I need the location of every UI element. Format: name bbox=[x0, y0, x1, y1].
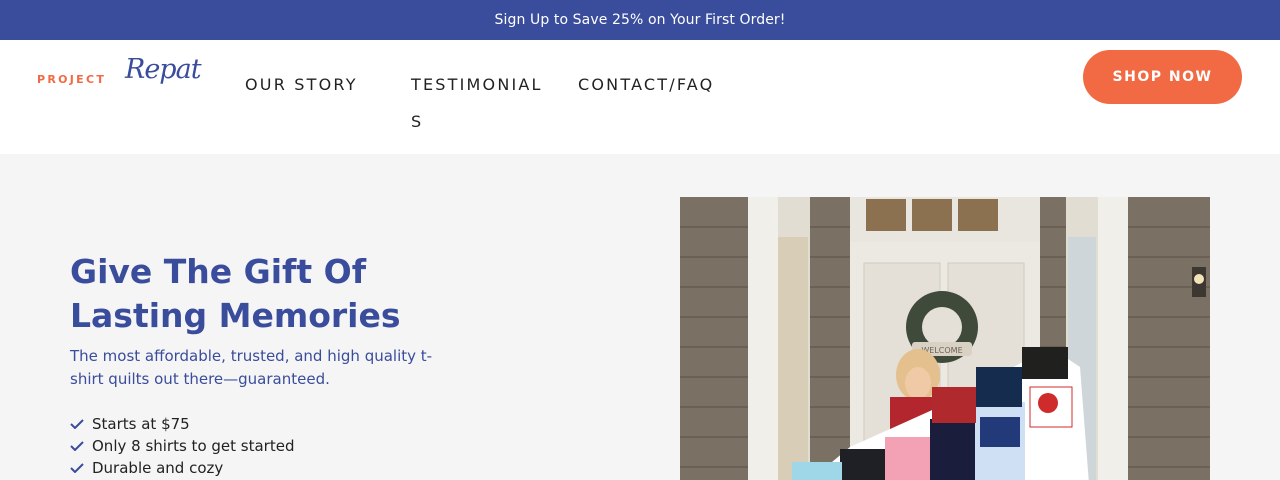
check-icon bbox=[70, 457, 92, 479]
brand-logo[interactable]: PROJECT Repat bbox=[37, 54, 202, 100]
logo-word-repat: Repat bbox=[125, 54, 202, 85]
shop-now-button[interactable]: SHOP NOW bbox=[1083, 50, 1242, 104]
check-icon bbox=[70, 435, 92, 457]
check-icon bbox=[70, 413, 92, 435]
feature-item: Starts at $75 bbox=[70, 413, 294, 435]
nav-contact-faq[interactable]: CONTACT/FAQ bbox=[578, 66, 714, 103]
site-header: PROJECT Repat OUR STORY TESTIMONIALS CON… bbox=[0, 40, 1280, 154]
nav-testimonials[interactable]: TESTIMONIALS bbox=[411, 66, 551, 140]
hero-section: Give The Gift Of Lasting Memories The mo… bbox=[0, 154, 1280, 480]
feature-item: Durable and cozy bbox=[70, 457, 294, 479]
nav-our-story[interactable]: OUR STORY bbox=[245, 66, 358, 103]
feature-label: Starts at $75 bbox=[92, 415, 190, 433]
hero-photo: WELCOME bbox=[680, 197, 1210, 480]
logo-word-project: PROJECT bbox=[37, 73, 107, 86]
hero-title: Give The Gift Of Lasting Memories bbox=[70, 252, 401, 335]
feature-label: Only 8 shirts to get started bbox=[92, 437, 295, 455]
feature-item: Only 8 shirts to get started bbox=[70, 435, 294, 457]
feature-list: Starts at $75 Only 8 shirts to get start… bbox=[70, 413, 294, 479]
promo-banner: Sign Up to Save 25% on Your First Order! bbox=[0, 0, 1280, 40]
promo-text[interactable]: Sign Up to Save 25% on Your First Order! bbox=[495, 12, 786, 28]
feature-label: Durable and cozy bbox=[92, 459, 224, 477]
hero-photo-illustration: WELCOME bbox=[680, 197, 1210, 480]
hero-subtitle: The most affordable, trusted, and high q… bbox=[70, 347, 433, 388]
